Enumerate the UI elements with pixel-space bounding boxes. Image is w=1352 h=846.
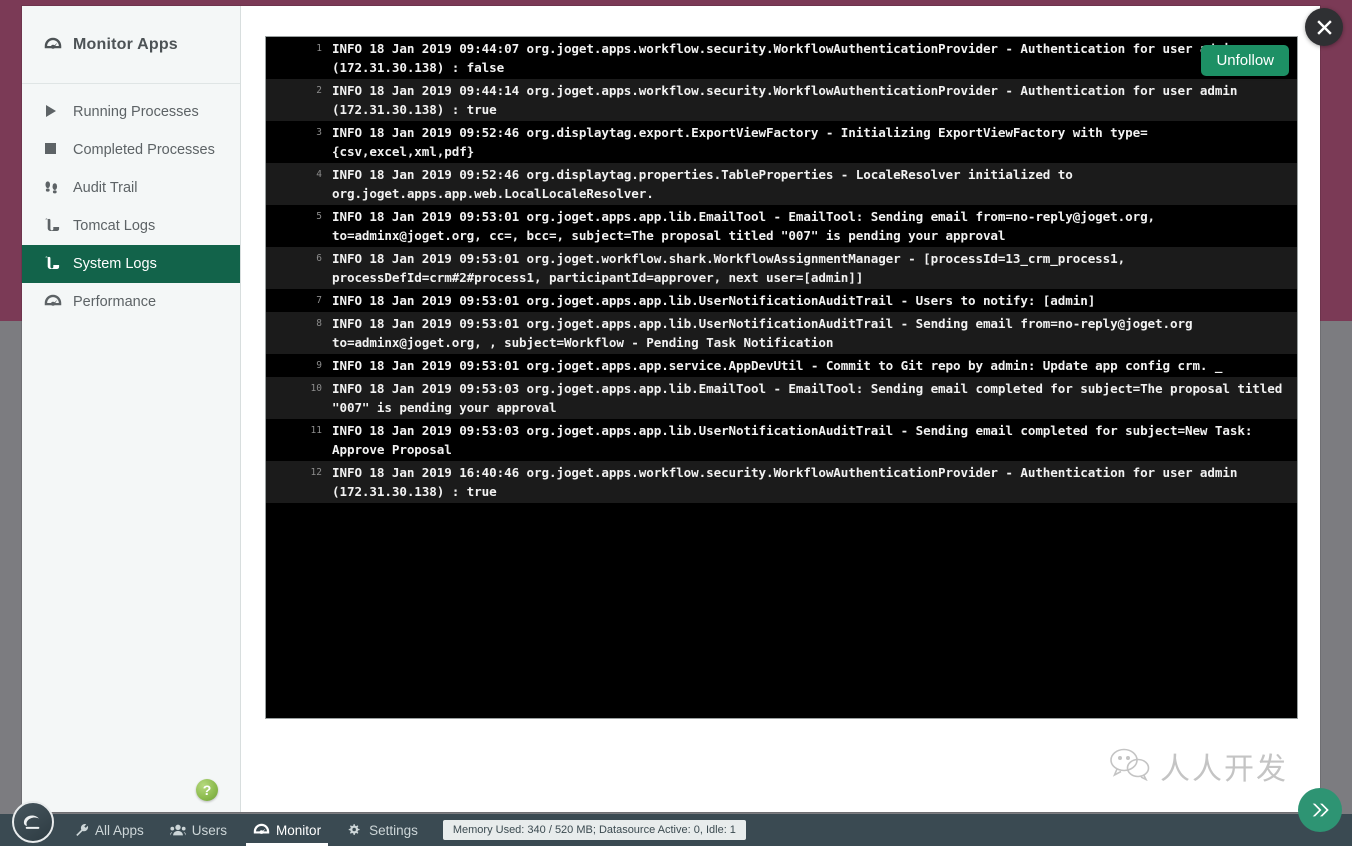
log-line-number: 3 bbox=[316, 127, 322, 138]
speedometer-icon bbox=[44, 294, 64, 310]
brand-logo-icon[interactable] bbox=[12, 801, 54, 843]
close-icon[interactable] bbox=[1305, 8, 1343, 46]
log-line-number: 8 bbox=[316, 318, 322, 329]
log-line-text: INFO 18 Jan 2019 09:52:46 org.displaytag… bbox=[332, 125, 1148, 159]
footprints-icon bbox=[44, 180, 64, 196]
help-button[interactable]: ? bbox=[196, 779, 218, 801]
bottom-tab-label: All Apps bbox=[95, 822, 144, 838]
bottom-tab-list: All Apps Users Monitor Settings Memory U… bbox=[62, 814, 746, 846]
log-line-number: 9 bbox=[316, 360, 322, 371]
bottom-tab-users[interactable]: Users bbox=[157, 814, 240, 846]
sidebar-item-completed-processes[interactable]: Completed Processes bbox=[22, 131, 240, 169]
log-line-number: 12 bbox=[310, 467, 322, 478]
log-line-text: INFO 18 Jan 2019 09:44:07 org.joget.apps… bbox=[332, 41, 1237, 75]
log-line-text: INFO 18 Jan 2019 16:40:46 org.joget.apps… bbox=[332, 465, 1245, 499]
log-row: 11 INFO 18 Jan 2019 09:53:03 org.joget.ap… bbox=[266, 419, 1297, 461]
status-memory-chip: Memory Used: 340 / 520 MB; Datasource Ac… bbox=[442, 820, 746, 840]
stop-square-icon bbox=[44, 142, 64, 158]
log-row: 2 INFO 18 Jan 2019 09:44:14 org.joget.app… bbox=[266, 79, 1297, 121]
sidebar-item-label: Completed Processes bbox=[73, 142, 215, 158]
play-icon bbox=[44, 104, 64, 120]
log-row: 7 INFO 18 Jan 2019 09:53:01 org.joget.app… bbox=[266, 289, 1297, 312]
speedometer-icon bbox=[44, 37, 64, 53]
sidebar: Monitor Apps Running Processes Completed… bbox=[22, 6, 241, 812]
system-log-console[interactable]: 1 INFO 18 Jan 2019 09:44:07 org.joget.app… bbox=[265, 36, 1298, 719]
log-line-text: INFO 18 Jan 2019 09:53:03 org.joget.apps… bbox=[332, 423, 1260, 457]
log-line-text: INFO 18 Jan 2019 09:52:46 org.displaytag… bbox=[332, 167, 1081, 201]
log-line-text: INFO 18 Jan 2019 09:53:03 org.joget.apps… bbox=[332, 381, 1290, 415]
sidebar-item-label: Tomcat Logs bbox=[73, 218, 156, 234]
log-row: 4 INFO 18 Jan 2019 09:52:46 org.displayta… bbox=[266, 163, 1297, 205]
gears-icon bbox=[347, 823, 363, 837]
log-line-number: 4 bbox=[316, 169, 322, 180]
users-icon bbox=[169, 823, 186, 837]
scroll-icon bbox=[44, 218, 64, 234]
sidebar-item-running-processes[interactable]: Running Processes bbox=[22, 93, 240, 131]
unfollow-button[interactable]: Unfollow bbox=[1201, 45, 1289, 76]
sidebar-item-label: Performance bbox=[73, 294, 157, 310]
log-line-list: 1 INFO 18 Jan 2019 09:44:07 org.joget.app… bbox=[266, 37, 1297, 503]
bottom-tab-settings[interactable]: Settings bbox=[334, 814, 431, 846]
main-content: Unfollow 1 INFO 18 Jan 2019 09:44:07 org.… bbox=[241, 6, 1320, 812]
bottom-tab-label: Users bbox=[191, 822, 228, 838]
bottom-tab-monitor[interactable]: Monitor bbox=[240, 814, 334, 846]
log-line-text: INFO 18 Jan 2019 09:53:01 org.joget.apps… bbox=[332, 293, 1096, 308]
log-line-number: 10 bbox=[310, 383, 322, 394]
log-line-number: 5 bbox=[316, 211, 322, 222]
sidebar-header: Monitor Apps bbox=[22, 6, 240, 84]
log-line-number: 1 bbox=[316, 43, 322, 54]
log-line-text: INFO 18 Jan 2019 09:53:01 org.joget.apps… bbox=[332, 316, 1200, 350]
log-line-number: 11 bbox=[310, 425, 322, 436]
app-root: Monitor Apps Running Processes Completed… bbox=[0, 0, 1352, 846]
log-line-text: INFO 18 Jan 2019 09:53:01 org.joget.apps… bbox=[332, 209, 1163, 243]
sidebar-title: Monitor Apps bbox=[73, 35, 178, 53]
chevron-double-right-icon[interactable] bbox=[1298, 788, 1342, 832]
log-line-number: 2 bbox=[316, 85, 322, 96]
bottom-tab-all-apps[interactable]: All Apps bbox=[62, 814, 157, 846]
sidebar-item-tomcat-logs[interactable]: Tomcat Logs bbox=[22, 207, 240, 245]
log-line-text: INFO 18 Jan 2019 09:53:01 org.joget.work… bbox=[332, 251, 1133, 285]
speedometer-icon bbox=[253, 823, 270, 837]
log-row: 9 INFO 18 Jan 2019 09:53:01 org.joget.app… bbox=[266, 354, 1297, 377]
sidebar-nav: Running Processes Completed Processes Au… bbox=[22, 84, 240, 321]
log-row: 10 INFO 18 Jan 2019 09:53:03 org.joget.ap… bbox=[266, 377, 1297, 419]
sidebar-item-performance[interactable]: Performance bbox=[22, 283, 240, 321]
log-row: 5 INFO 18 Jan 2019 09:53:01 org.joget.app… bbox=[266, 205, 1297, 247]
bottom-tab-label: Monitor bbox=[276, 822, 322, 838]
log-line-number: 6 bbox=[316, 253, 322, 264]
log-row: 8 INFO 18 Jan 2019 09:53:01 org.joget.app… bbox=[266, 312, 1297, 354]
sidebar-item-label: System Logs bbox=[73, 256, 157, 272]
sidebar-item-audit-trail[interactable]: Audit Trail bbox=[22, 169, 240, 207]
sidebar-item-label: Running Processes bbox=[73, 104, 199, 120]
sidebar-item-system-logs[interactable]: System Logs bbox=[22, 245, 240, 283]
scroll-icon bbox=[44, 256, 64, 272]
log-line-text: INFO 18 Jan 2019 09:53:01 org.joget.apps… bbox=[332, 358, 1223, 373]
sidebar-item-label: Audit Trail bbox=[73, 180, 138, 196]
log-row: 3 INFO 18 Jan 2019 09:52:46 org.displayta… bbox=[266, 121, 1297, 163]
log-line-text: INFO 18 Jan 2019 09:44:14 org.joget.apps… bbox=[332, 83, 1245, 117]
bottom-tab-label: Settings bbox=[369, 822, 418, 838]
bottom-bar: All Apps Users Monitor Settings Memory U… bbox=[0, 801, 1352, 846]
log-row: 6 INFO 18 Jan 2019 09:53:01 org.joget.wor… bbox=[266, 247, 1297, 289]
log-line-number: 7 bbox=[316, 295, 322, 306]
log-row: 1 INFO 18 Jan 2019 09:44:07 org.joget.app… bbox=[266, 37, 1297, 79]
wrench-icon bbox=[75, 823, 89, 837]
log-row: 12 INFO 18 Jan 2019 16:40:46 org.joget.ap… bbox=[266, 461, 1297, 503]
